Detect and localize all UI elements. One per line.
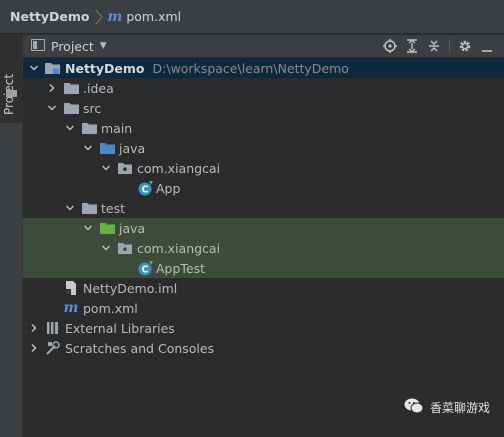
module-folder-icon (45, 58, 61, 78)
tree-row-root[interactable]: NettyDemo D:\workspace\learn\NettyDemo (23, 58, 504, 78)
chevron-down-icon[interactable] (100, 238, 112, 258)
chevron-down-icon[interactable] (28, 58, 40, 78)
chevron-down-icon[interactable] (82, 138, 94, 158)
tree-label: pom.xml (83, 300, 138, 316)
project-panel-header: Project ▼ (23, 35, 504, 57)
chevron-down-icon[interactable] (64, 198, 76, 218)
scratches-icon (45, 338, 61, 358)
chevron-down-icon[interactable] (46, 98, 58, 118)
iml-file-icon (63, 278, 79, 298)
chevron-down-icon[interactable] (100, 158, 112, 178)
tree-label: test (101, 200, 126, 216)
svg-text:C: C (141, 264, 148, 275)
chevron-down-icon: ▼ (99, 41, 107, 51)
tree-label: NettyDemo.iml (83, 280, 178, 296)
tree-row-test[interactable]: test (23, 198, 504, 218)
collapse-all-icon[interactable] (423, 35, 445, 57)
package-icon (117, 158, 133, 178)
tree-label: com.xiangcai (137, 240, 221, 256)
tree-row-iml[interactable]: NettyDemo.iml (23, 278, 504, 298)
breadcrumb-project[interactable]: NettyDemo (10, 9, 90, 24)
tree-row-scratches[interactable]: Scratches and Consoles (23, 338, 504, 358)
tree-label: main (101, 120, 133, 136)
chevron-down-icon[interactable] (82, 218, 94, 238)
folder-icon (6, 85, 17, 100)
tree-label: java (119, 220, 146, 236)
locate-icon[interactable] (379, 35, 401, 57)
tree-label: App (156, 180, 181, 196)
root-project-path: D:\workspace\learn\NettyDemo (152, 60, 349, 76)
settings-icon[interactable] (454, 35, 476, 57)
watermark-text: 香菜聊游戏 (429, 401, 490, 415)
tree-row-main[interactable]: main (23, 118, 504, 138)
library-icon (45, 318, 61, 338)
tree-row-idea[interactable]: .idea (23, 78, 504, 98)
tree-label: External Libraries (65, 320, 175, 336)
chevron-right-icon[interactable] (46, 78, 58, 98)
java-class-icon: C (137, 178, 153, 198)
breadcrumb-file[interactable]: pom.xml (126, 9, 181, 24)
root-project-name: NettyDemo D:\workspace\learn\NettyDemo (65, 60, 349, 76)
panel-toolbar (379, 35, 498, 57)
tree-row-main-package[interactable]: com.xiangcai (23, 158, 504, 178)
source-folder-icon (99, 138, 115, 158)
project-view-icon (31, 38, 45, 54)
tree-label: Scratches and Consoles (65, 340, 215, 356)
toolbar-divider (449, 39, 450, 53)
tree-label: .idea (83, 80, 114, 96)
chevron-right-icon[interactable] (28, 318, 40, 338)
maven-m-icon: m (63, 300, 79, 316)
panel-title: Project (51, 38, 94, 54)
folder-icon (63, 78, 79, 98)
test-folder-icon (99, 218, 115, 238)
tree-row-app[interactable]: C App (23, 178, 504, 198)
folder-icon (81, 118, 97, 138)
tree-row-external-libraries[interactable]: External Libraries (23, 318, 504, 338)
package-icon (117, 238, 133, 258)
chevron-right-icon[interactable] (28, 338, 40, 358)
tree-row-main-java[interactable]: java (23, 138, 504, 158)
navigation-bar: NettyDemo m pom.xml (0, 0, 504, 34)
tree-label: src (83, 100, 102, 116)
breadcrumb-separator (92, 7, 106, 27)
chevron-down-icon[interactable] (64, 118, 76, 138)
tree-label: java (119, 140, 146, 156)
java-class-icon: C (137, 258, 153, 278)
watermark: 香菜聊游戏 (404, 398, 490, 417)
tree-row-test-java[interactable]: java (23, 218, 504, 238)
tree-label: AppTest (156, 260, 206, 276)
maven-m-icon: m (107, 8, 123, 25)
expand-all-icon[interactable] (401, 35, 423, 57)
tree-label: com.xiangcai (137, 160, 221, 176)
wechat-icon (404, 398, 424, 417)
tree-row-src[interactable]: src (23, 98, 504, 118)
tree-row-pom[interactable]: m pom.xml (23, 298, 504, 318)
left-tool-stripe: Project (0, 35, 23, 437)
tree-row-test-package[interactable]: com.xiangcai (23, 238, 504, 258)
svg-text:C: C (141, 184, 148, 195)
view-selector[interactable]: Project ▼ (31, 38, 107, 54)
project-tree: NettyDemo D:\workspace\learn\NettyDemo .i… (23, 58, 504, 358)
tree-row-apptest[interactable]: C AppTest (23, 258, 504, 278)
folder-icon (63, 98, 79, 118)
hide-icon[interactable] (476, 35, 498, 57)
folder-icon (81, 198, 97, 218)
project-tool-tab[interactable]: Project (0, 35, 22, 123)
